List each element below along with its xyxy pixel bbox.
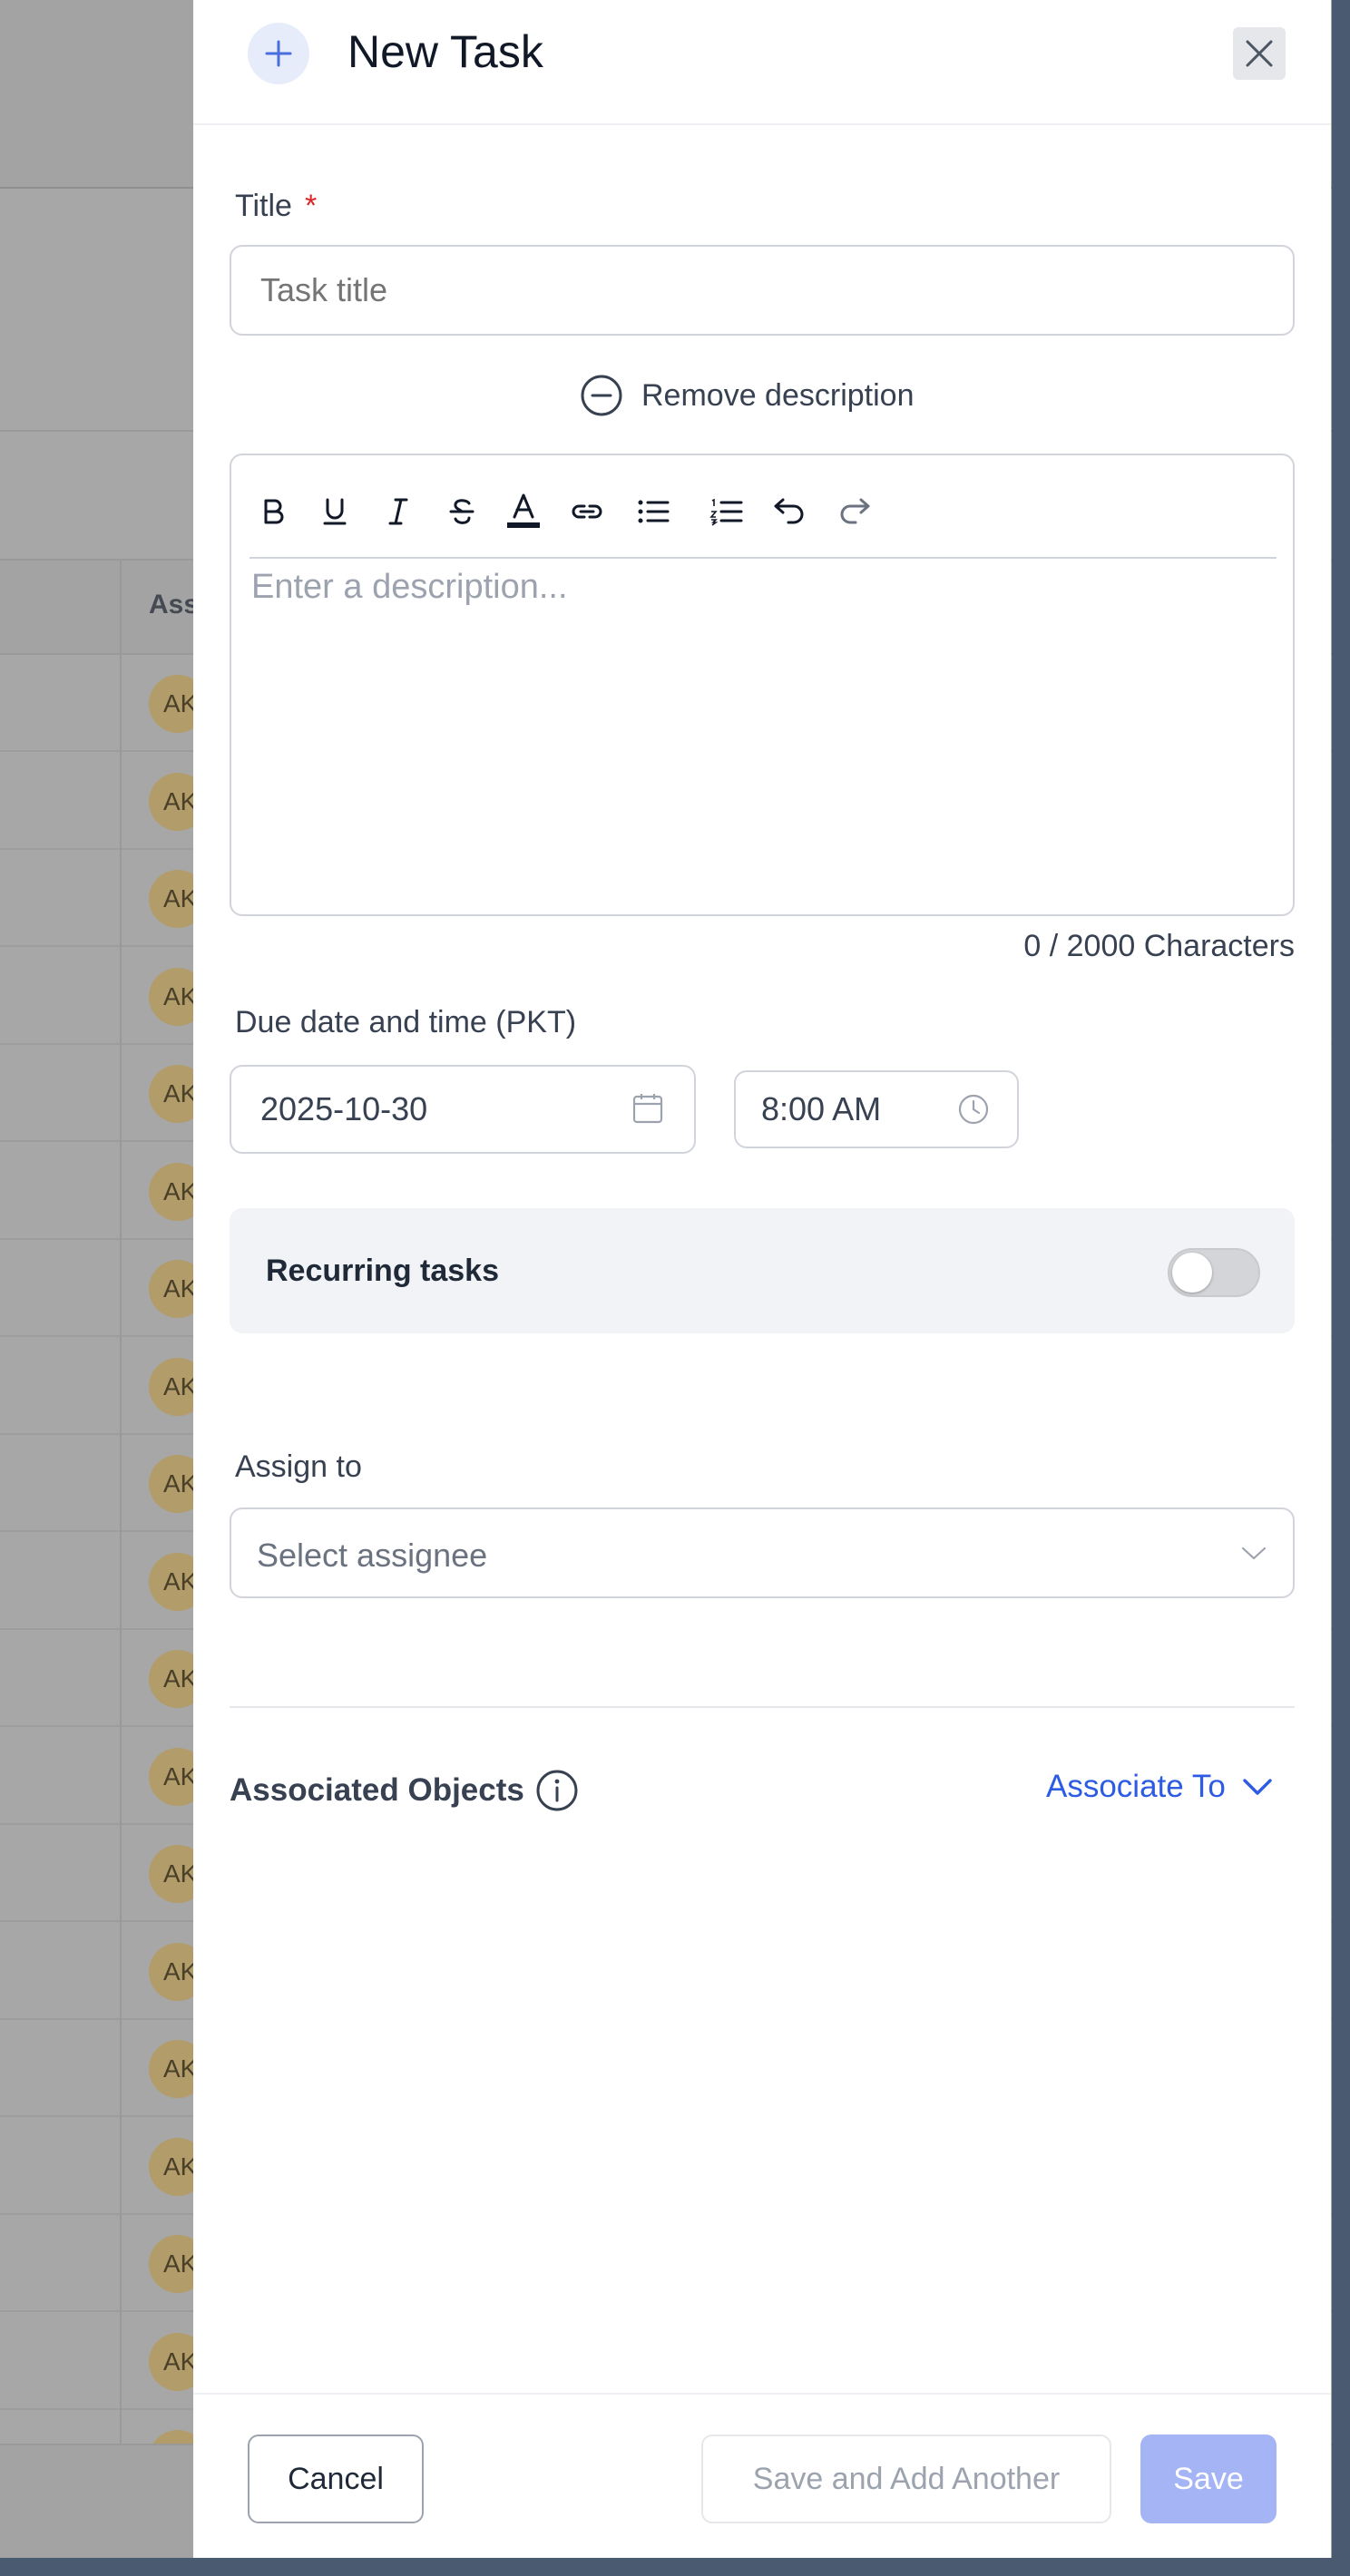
drawer-title: New Task: [347, 26, 543, 77]
associate-to-dropdown[interactable]: Associate To: [1046, 1769, 1273, 1805]
link-button[interactable]: [563, 488, 611, 535]
info-icon[interactable]: [535, 1769, 579, 1812]
redo-button[interactable]: [830, 488, 877, 535]
undo-icon: [774, 498, 804, 524]
save-button[interactable]: Save: [1140, 2435, 1277, 2523]
description-editor[interactable]: Enter a description...: [230, 454, 1295, 916]
italic-button[interactable]: [375, 488, 422, 535]
numbered-list-icon: [709, 498, 743, 526]
remove-description-button[interactable]: Remove description: [580, 370, 914, 421]
numbered-list-button[interactable]: [703, 488, 750, 535]
redo-icon: [840, 498, 870, 524]
cancel-button[interactable]: Cancel: [248, 2435, 424, 2523]
due-date-label: Due date and time (PKT): [235, 1005, 577, 1039]
strikethrough-icon: [449, 499, 474, 524]
drawer-footer: Cancel Save and Add Another Save: [193, 2393, 1331, 2558]
new-task-drawer: New Task Title * Remove description: [193, 0, 1331, 2558]
assignee-select[interactable]: Select assignee: [230, 1508, 1295, 1598]
section-divider: [230, 1706, 1295, 1708]
recurring-tasks-toggle[interactable]: [1168, 1248, 1260, 1297]
bold-button[interactable]: [249, 488, 297, 535]
text-color-button[interactable]: [500, 488, 547, 535]
description-placeholder: Enter a description...: [251, 568, 568, 606]
background-column-divider: [120, 559, 122, 2445]
calendar-icon[interactable]: [631, 1091, 665, 1126]
title-label-text: Title: [235, 189, 292, 223]
associate-to-label: Associate To: [1046, 1769, 1226, 1804]
editor-toolbar: [249, 483, 1277, 559]
chevron-down-icon: [1243, 1779, 1272, 1795]
clock-icon[interactable]: [957, 1093, 990, 1126]
required-marker: *: [304, 189, 318, 223]
strikethrough-button[interactable]: [438, 488, 485, 535]
remove-description-label: Remove description: [641, 377, 915, 413]
bullet-list-button[interactable]: [631, 488, 678, 535]
title-label: Title *: [235, 189, 317, 224]
assign-to-label: Assign to: [235, 1449, 362, 1484]
link-icon: [572, 504, 602, 519]
underline-icon: [323, 498, 347, 525]
close-button[interactable]: [1233, 27, 1286, 80]
due-date-input[interactable]: [230, 1065, 696, 1154]
undo-button[interactable]: [767, 488, 814, 535]
italic-icon: [388, 498, 408, 525]
associated-objects-label: Associated Objects: [230, 1772, 524, 1808]
assignee-placeholder: Select assignee: [257, 1537, 488, 1574]
bullet-list-icon: [638, 500, 670, 523]
character-count: 0 / 2000 Characters: [1023, 929, 1295, 963]
underline-button[interactable]: [311, 488, 358, 535]
drawer-header: New Task: [193, 0, 1331, 125]
toggle-knob: [1172, 1253, 1212, 1293]
recurring-tasks-label: Recurring tasks: [266, 1254, 499, 1288]
bold-icon: [264, 499, 284, 524]
recurring-tasks-section: Recurring tasks: [230, 1208, 1295, 1333]
associated-objects-heading: Associated Objects: [230, 1769, 579, 1812]
minus-circle-icon: [581, 375, 622, 416]
save-and-add-another-button[interactable]: Save and Add Another: [701, 2435, 1111, 2523]
title-input[interactable]: [230, 245, 1295, 336]
plus-icon: [248, 23, 309, 84]
text-color-icon: [507, 493, 540, 528]
chevron-down-icon: [1241, 1547, 1267, 1560]
background-column-header: Ass: [149, 590, 200, 620]
close-icon: [1246, 40, 1273, 67]
